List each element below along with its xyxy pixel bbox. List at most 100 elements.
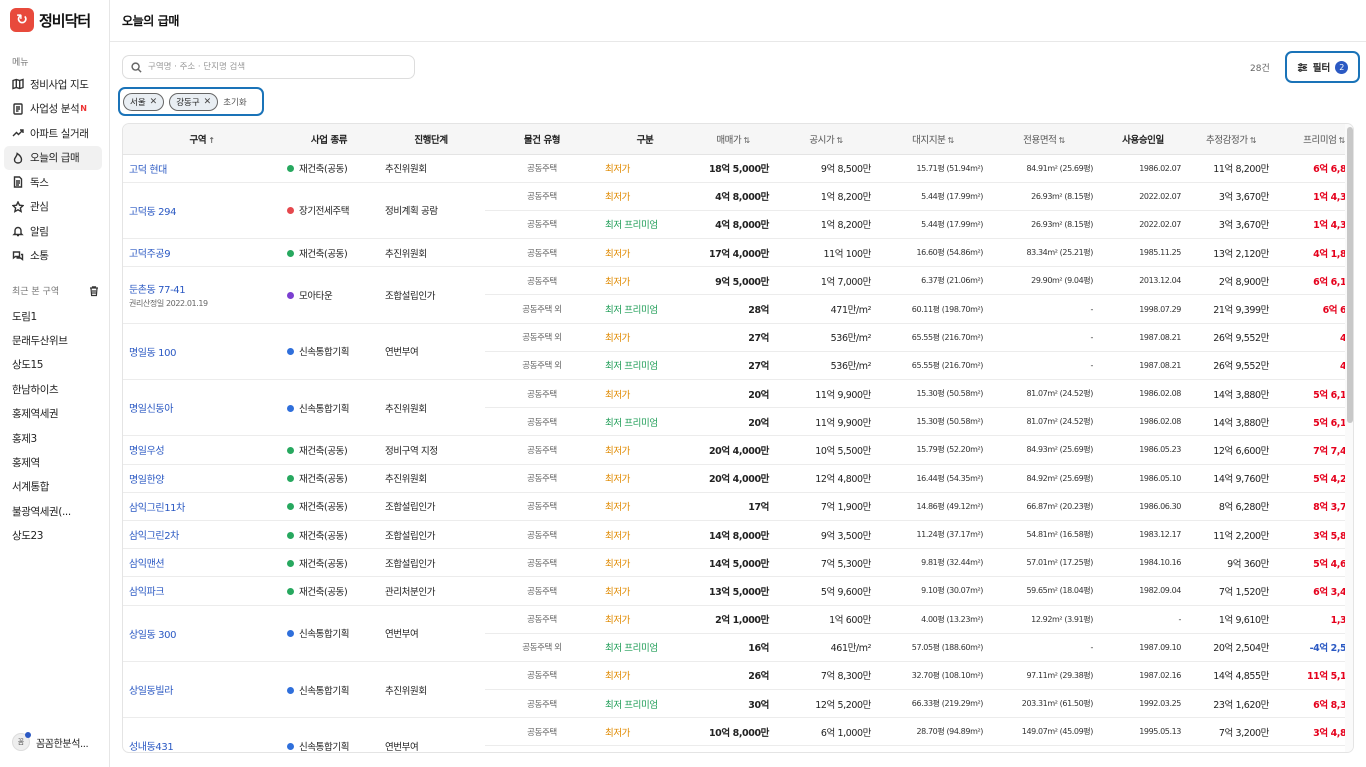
recent-item[interactable]: 한남하이츠: [12, 377, 102, 401]
column-header[interactable]: 사업 종류: [281, 124, 377, 155]
table-row[interactable]: 명일신동아 신속통합기획 추진위원회 공동주택 최저가 20억 11억 9,900만 15.3…: [123, 379, 1353, 437]
recent-item[interactable]: 불광역세권(...: [12, 499, 102, 523]
sort-icon[interactable]: ⇅: [1339, 136, 1346, 145]
column-header[interactable]: 추정감정가 ⇅: [1187, 124, 1275, 155]
scrollbar-thumb[interactable]: [1347, 127, 1353, 423]
column-header[interactable]: 매매가 ⇅: [691, 124, 775, 155]
sale-price-cell: 13억 5,000만: [691, 576, 775, 606]
table-row[interactable]: 삼익그린11차 재건축(공동) 조합설립인가 공동주택 최저가 17억 7억 1,900만 1…: [123, 492, 1353, 521]
area-cell: 삼익파크: [123, 576, 281, 606]
recent-item[interactable]: 서계통합: [12, 475, 102, 499]
area-link[interactable]: 상일동빌라: [129, 682, 281, 697]
status-dot: [287, 559, 294, 567]
column-header[interactable]: 공시가 ⇅: [775, 124, 877, 155]
recent-item[interactable]: 상도15: [12, 353, 102, 377]
filter-chip-gangdong[interactable]: 강동구 ✕: [169, 92, 219, 111]
brand-logo[interactable]: ↻ 정비닥터: [10, 8, 91, 32]
sort-icon[interactable]: ⇅: [948, 136, 955, 145]
sidebar-item-5[interactable]: 독스: [4, 170, 102, 195]
table-row[interactable]: 고덕주공9 재건축(공동) 추진위원회 공동주택 최저가 17억 4,000만 11억 10…: [123, 238, 1353, 268]
column-header[interactable]: 진행단계: [377, 124, 485, 155]
sale-price-cell: 30억: [691, 689, 775, 719]
filter-chip-seoul[interactable]: 서울 ✕: [123, 92, 165, 111]
table-row[interactable]: 고덕 현대 재건축(공동) 추진위원회 공동주택 최저가 18억 5,000만 9억 8,5…: [123, 154, 1353, 183]
area-link[interactable]: 성내동431: [129, 738, 281, 752]
area-link[interactable]: 삼익파크: [129, 583, 281, 598]
user-name: 꼼꼼한분석...: [36, 738, 89, 750]
area-cell: 고덕동 294: [123, 182, 281, 240]
table-row[interactable]: 성내동431 신속통합기획 연번부여 공동주택 최저가 10억 8,000만 6억 1,00…: [123, 717, 1353, 752]
area-link[interactable]: 고덕 현대: [129, 161, 281, 176]
sidebar-item-6[interactable]: 관심: [4, 195, 102, 220]
premium-cell: 3억 5,800만: [1275, 520, 1353, 550]
area-link[interactable]: 고덕동 294: [129, 203, 281, 218]
vertical-scrollbar[interactable]: [1345, 124, 1353, 752]
recent-item[interactable]: 문래두산위브: [12, 328, 102, 352]
table-row[interactable]: 둔촌동 77-41 권리산정일 2022.01.19 모아타운 조합설립인가 공동주택 최…: [123, 266, 1353, 324]
area-link[interactable]: 고덕주공9: [129, 245, 281, 260]
sort-icon[interactable]: ⇅: [743, 136, 750, 145]
area-link[interactable]: 명일우성: [129, 442, 281, 457]
area-link[interactable]: 둔촌동 77-41: [129, 281, 281, 296]
close-icon[interactable]: ✕: [204, 97, 212, 107]
table-row[interactable]: 삼익파크 재건축(공동) 관리처분인가 공동주택 최저가 13억 5,000만 5억 9,6…: [123, 576, 1353, 606]
area-link[interactable]: 삼익맨션: [129, 555, 281, 570]
column-header[interactable]: 사용승인일: [1099, 124, 1187, 155]
exclusive-area-cell: 59.65m² (18.04평): [989, 576, 1099, 606]
table-row[interactable]: 명일우성 재건축(공동) 정비구역 지정 공동주택 최저가 20억 4,000만 10억 5…: [123, 435, 1353, 465]
area-link[interactable]: 삼익그린11차: [129, 499, 281, 514]
property-type-cell: 공동주택 외: [485, 633, 599, 662]
recent-item[interactable]: 홍제3: [12, 426, 102, 450]
appraisal-cell: 23억 1,620만: [1187, 689, 1275, 719]
sidebar-item-7[interactable]: 알림: [4, 219, 102, 244]
appraisal-cell: 7억 3,200만: [1187, 717, 1275, 747]
area-link[interactable]: 삼익그린2차: [129, 527, 281, 542]
sidebar-item-4[interactable]: 오늘의 급매: [4, 145, 102, 170]
sidebar-item-2[interactable]: 사업성 분석 N: [4, 97, 102, 122]
column-header[interactable]: 전용면적 ⇅: [989, 124, 1099, 155]
sidebar-item-8[interactable]: 소통: [4, 244, 102, 269]
sort-icon[interactable]: ⇅: [1250, 136, 1257, 145]
area-link[interactable]: 명일신동아: [129, 400, 281, 415]
table-row[interactable]: 삼익맨션 재건축(공동) 조합설립인가 공동주택 최저가 14억 5,000만 7억 5,3…: [123, 548, 1353, 578]
table-row[interactable]: 상일동빌라 신속통합기획 추진위원회 공동주택 최저가 26억 7억 8,300만 32.70…: [123, 661, 1353, 719]
table-row[interactable]: 고덕동 294 장기전세주택 정비계획 공람 공동주택 최저가 4억 8,000만 1억 8…: [123, 182, 1353, 240]
sidebar-item-3[interactable]: 아파트 실거래: [4, 121, 102, 146]
sort-icon[interactable]: ⇅: [836, 136, 843, 145]
column-label: 전용면적: [1023, 134, 1057, 146]
sort-icon[interactable]: ⇅: [1059, 136, 1066, 145]
recent-item[interactable]: 도림1: [12, 304, 102, 328]
recent-item[interactable]: 상도23: [12, 524, 102, 548]
trash-icon[interactable]: [88, 285, 100, 297]
filter-button[interactable]: 필터 2: [1285, 51, 1360, 83]
search-box[interactable]: [122, 55, 415, 79]
column-header[interactable]: 물건 유형: [485, 124, 599, 155]
table-row[interactable]: 삼익그린2차 재건축(공동) 조합설립인가 공동주택 최저가 14억 8,000만 9억 3…: [123, 520, 1353, 550]
table-row[interactable]: 명일한양 재건축(공동) 추진위원회 공동주택 최저가 20억 4,000만 12억 4,8…: [123, 464, 1353, 493]
business-type: 재건축(공동): [299, 530, 348, 542]
business-type-cell: 신속통합기획: [281, 605, 377, 662]
user-profile[interactable]: 꼼 꼼꼼한분석...: [12, 732, 89, 751]
close-icon[interactable]: ✕: [150, 97, 158, 107]
table-row[interactable]: 명일동 100 신속통합기획 연번부여 공동주택 외 최저가 27억 536만/m² 65.5…: [123, 323, 1353, 381]
area-link[interactable]: 명일동 100: [129, 344, 281, 359]
recent-item[interactable]: 홍제역세권: [12, 402, 102, 426]
area-link[interactable]: 명일한양: [129, 471, 281, 486]
exclusive-area-cell: 12.92m² (3.91평): [989, 605, 1099, 634]
area-link[interactable]: 상일동 300: [129, 626, 281, 641]
sort-icon[interactable]: ↑: [208, 136, 215, 145]
area-cell: 명일한양: [123, 464, 281, 493]
column-header[interactable]: 프리미엄 ⇅: [1275, 124, 1353, 155]
table-row[interactable]: 상일동 300 신속통합기획 연번부여 공동주택 최저가 2억 1,000만 1억 600만…: [123, 605, 1353, 662]
column-header[interactable]: 대지지분 ⇅: [877, 124, 989, 155]
column-header[interactable]: 구역 ↑: [123, 124, 281, 155]
reset-filters-button[interactable]: 초기화: [223, 96, 246, 108]
business-type: 재건축(공동): [299, 248, 348, 260]
sidebar-item-1[interactable]: 정비사업 지도: [4, 72, 102, 97]
column-header[interactable]: 구분: [599, 124, 691, 155]
area-cell: 성내동431: [123, 717, 281, 752]
status-dot: [287, 630, 294, 638]
recent-item[interactable]: 홍제역: [12, 450, 102, 474]
search-input[interactable]: [148, 62, 408, 72]
sale-price-cell: [691, 745, 775, 752]
